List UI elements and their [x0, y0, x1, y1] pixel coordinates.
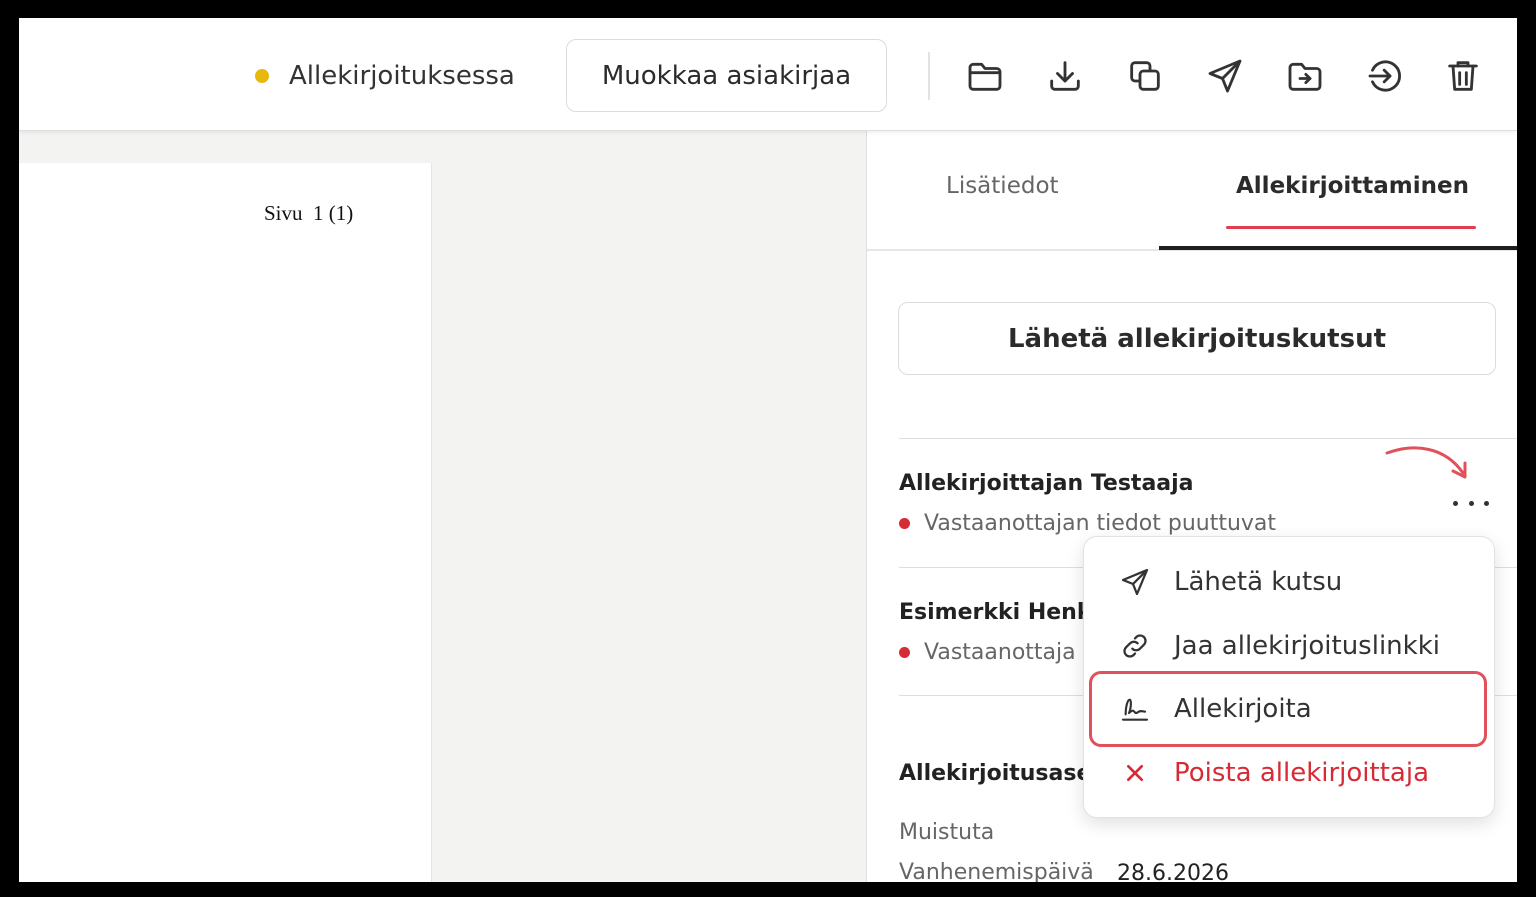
menu-item-label: Lähetä kutsu — [1174, 567, 1343, 597]
status-dot — [899, 518, 910, 529]
status-label: Allekirjoituksessa — [289, 61, 515, 91]
folder-icon[interactable] — [964, 55, 1006, 97]
copy-icon[interactable] — [1124, 55, 1166, 97]
tab-details[interactable]: Lisätiedot — [946, 173, 1059, 199]
menu-item-label: Jaa allekirjoituslinkki — [1174, 631, 1440, 661]
menu-item-send-invitation[interactable]: Lähetä kutsu — [1084, 551, 1494, 613]
signer-name: Allekirjoittajan Testaaja — [899, 471, 1194, 496]
sign-in-icon[interactable] — [1364, 55, 1406, 97]
menu-item-label: Allekirjoita — [1174, 694, 1312, 724]
download-icon[interactable] — [1044, 55, 1086, 97]
remind-label: Muistuta — [899, 820, 995, 845]
tab-signing[interactable]: Allekirjoittaminen — [1236, 173, 1469, 199]
active-tab-bar — [1159, 246, 1517, 250]
toolbar: Allekirjoituksessa Muokkaa asiakirjaa — [19, 18, 1517, 131]
more-options-button[interactable] — [1453, 488, 1489, 518]
dot — [1484, 500, 1489, 506]
document-status: Allekirjoituksessa — [255, 56, 515, 96]
active-tab-indicator — [1226, 226, 1476, 229]
dot — [1468, 500, 1474, 506]
toolbar-divider — [928, 52, 930, 100]
link-icon — [1118, 629, 1152, 663]
status-dot — [899, 647, 910, 658]
page-number: Sivu 1 (1) — [264, 201, 354, 225]
trash-icon[interactable] — [1442, 55, 1484, 97]
document-page: Sivu 1 (1) — [19, 163, 432, 882]
menu-item-share-link[interactable]: Jaa allekirjoituslinkki — [1084, 615, 1494, 677]
move-to-folder-icon[interactable] — [1284, 55, 1326, 97]
signer-name: Esimerkki Henk — [899, 600, 1092, 625]
annotation-arrow-icon — [1385, 446, 1467, 479]
signer-options-menu: Lähetä kutsu Jaa allekirjoituslinkki All… — [1083, 536, 1495, 818]
dot — [1453, 500, 1458, 506]
signing-settings-title: Allekirjoitusase — [899, 761, 1092, 786]
menu-item-remove-signer[interactable]: Poista allekirjoittaja — [1084, 742, 1494, 804]
signer-status: Vastaanottajan tiedot puuttuvat — [899, 511, 1276, 536]
status-dot — [255, 69, 269, 83]
send-icon — [1118, 565, 1152, 599]
signer-status-text: Vastaanottaja — [924, 640, 1076, 665]
signature-icon — [1118, 692, 1152, 726]
signer-status-text: Vastaanottajan tiedot puuttuvat — [924, 511, 1277, 536]
menu-item-label: Poista allekirjoittaja — [1174, 758, 1429, 788]
expiry-label: Vanhenemispäivä — [899, 860, 1094, 882]
send-icon[interactable] — [1204, 55, 1246, 97]
send-invitations-button[interactable]: Lähetä allekirjoituskutsut — [898, 302, 1496, 375]
expiry-date[interactable]: 28.6.2026 — [1117, 861, 1229, 882]
edit-document-button[interactable]: Muokkaa asiakirjaa — [566, 39, 887, 112]
close-icon — [1118, 756, 1152, 790]
signer-status: Vastaanottaja — [899, 640, 1076, 665]
divider — [899, 438, 1517, 439]
menu-item-sign[interactable]: Allekirjoita — [1084, 678, 1494, 740]
app-window: Allekirjoituksessa Muokkaa asiakirjaa Si… — [19, 18, 1517, 882]
panel-tabs: Lisätiedot Allekirjoittaminen — [867, 131, 1517, 251]
